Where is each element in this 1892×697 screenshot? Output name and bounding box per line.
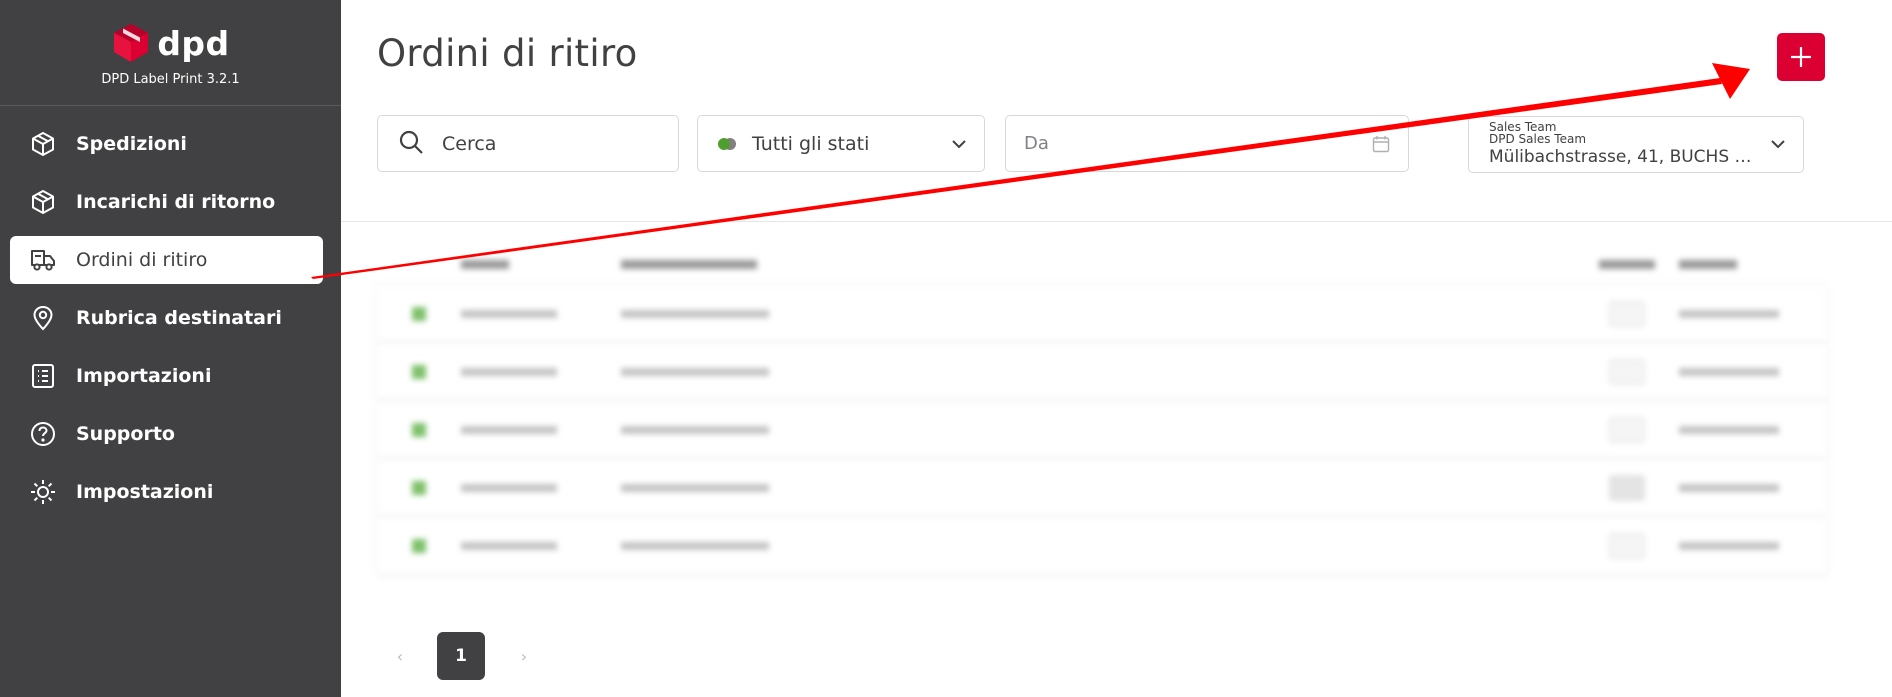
table-row[interactable] — [377, 517, 1827, 575]
pagination: ‹ 1 › — [389, 632, 535, 680]
sidebar-item-label: Ordini di ritiro — [76, 249, 208, 271]
pickup-orders-table — [377, 243, 1827, 591]
list-icon — [28, 361, 58, 391]
status-filter-select[interactable]: Tutti gli stati — [697, 115, 985, 172]
package-icon — [28, 129, 58, 159]
chevron-down-icon — [1771, 140, 1785, 149]
sidebar: dpd DPD Label Print 3.2.1 Spedizioni Inc… — [0, 0, 341, 697]
calendar-icon[interactable] — [1372, 135, 1390, 153]
status-filter-label: Tutti gli stati — [752, 132, 870, 155]
sidebar-item-label: Rubrica destinatari — [76, 307, 282, 329]
plus-icon — [1791, 47, 1811, 67]
status-dots-icon — [718, 137, 736, 150]
sidebar-nav: Spedizioni Incarichi di ritorno Ordini d… — [10, 120, 323, 526]
sidebar-item-label: Impostazioni — [76, 481, 214, 503]
address-line-3: Mülibachstrasse, 41, BUCHS ZH,... — [1489, 147, 1759, 167]
search-box[interactable] — [377, 115, 679, 172]
sidebar-item-rubrica-destinatari[interactable]: Rubrica destinatari — [10, 294, 323, 342]
help-circle-icon — [28, 419, 58, 449]
address-line-2: DPD Sales Team — [1489, 132, 1587, 146]
sidebar-item-incarichi-di-ritorno[interactable]: Incarichi di ritorno — [10, 178, 323, 226]
add-pickup-order-button[interactable] — [1777, 33, 1825, 81]
table-row[interactable] — [377, 459, 1827, 517]
location-pin-icon — [28, 303, 58, 333]
table-row[interactable] — [377, 401, 1827, 459]
sidebar-item-ordini-di-ritiro[interactable]: Ordini di ritiro — [10, 236, 323, 284]
sidebar-item-label: Importazioni — [76, 365, 212, 387]
search-icon — [398, 129, 424, 159]
app-version: DPD Label Print 3.2.1 — [101, 72, 240, 87]
sidebar-item-label: Spedizioni — [76, 133, 187, 155]
package-return-icon — [28, 187, 58, 217]
brand-header: dpd DPD Label Print 3.2.1 — [0, 0, 341, 106]
page-number-button[interactable]: 1 — [437, 632, 485, 680]
page-title: Ordini di ritiro — [377, 32, 638, 75]
sidebar-item-impostazioni[interactable]: Impostazioni — [10, 468, 323, 516]
sidebar-item-importazioni[interactable]: Importazioni — [10, 352, 323, 400]
status-filter-value: Tutti gli stati — [718, 133, 869, 155]
app-window: dpd DPD Label Print 3.2.1 Spedizioni Inc… — [0, 0, 1892, 697]
pickup-truck-icon — [28, 245, 58, 275]
divider — [341, 221, 1892, 222]
sidebar-item-label: Incarichi di ritorno — [76, 191, 276, 213]
brand-name: dpd — [157, 23, 230, 63]
main-content: Ordini di ritiro Tutti gli stati Da Sale… — [341, 0, 1892, 697]
table-header — [377, 243, 1827, 285]
search-input[interactable] — [442, 132, 642, 155]
sidebar-item-supporto[interactable]: Supporto — [10, 410, 323, 458]
sidebar-item-spedizioni[interactable]: Spedizioni — [10, 120, 323, 168]
chevron-down-icon — [952, 139, 966, 148]
date-from-placeholder: Da — [1024, 133, 1049, 154]
dpd-logo-icon — [114, 24, 149, 62]
brand-row: dpd — [111, 22, 229, 64]
sidebar-item-label: Supporto — [76, 423, 175, 445]
pickup-address-select[interactable]: Sales Team DPD Sales Team Mülibachstrass… — [1468, 116, 1804, 173]
next-page-button[interactable]: › — [513, 645, 535, 667]
date-range-input[interactable]: Da — [1005, 115, 1409, 172]
table-row[interactable] — [377, 285, 1827, 343]
prev-page-button[interactable]: ‹ — [389, 645, 411, 667]
table-row[interactable] — [377, 343, 1827, 401]
gear-icon — [28, 477, 58, 507]
